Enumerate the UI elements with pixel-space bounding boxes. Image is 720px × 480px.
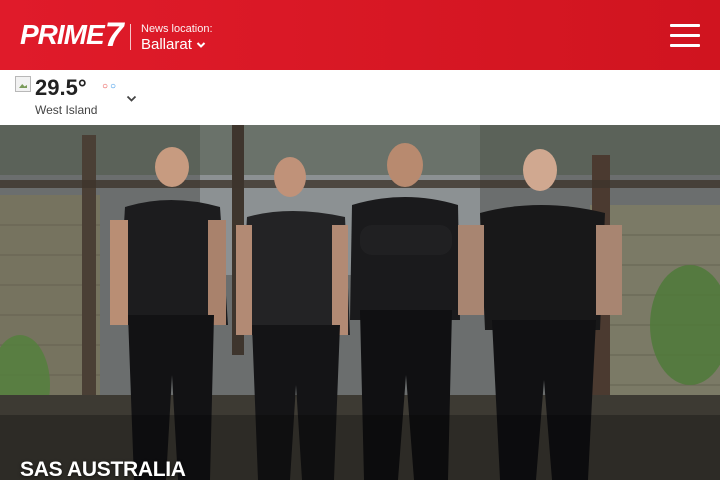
menu-bar [670,44,700,47]
menu-bar [670,34,700,37]
weather-temperature: 29.5° [35,75,87,100]
logo-number: 7 [104,16,124,54]
prime7-logo[interactable]: PRIME 7 [20,16,124,54]
min-temp-dot-icon: ○ [110,81,117,92]
logo-word: PRIME [20,19,105,50]
hero-caption[interactable]: SAS AUSTRALIA [20,458,186,480]
max-temp-dot-icon: ○ [102,81,109,92]
hamburger-menu-icon[interactable] [668,22,702,50]
header-divider [130,24,131,50]
news-location-label: News location: [141,23,213,35]
chevron-down-icon[interactable] [126,93,137,104]
weather-location: West Island [35,103,98,117]
hero-image[interactable] [0,125,720,480]
menu-bar [670,24,700,27]
weather-widget: 29.5° ○ ○ West Island [0,70,720,125]
site-header: PRIME 7 News location: Ballarat [0,0,720,70]
hero-photo-illustration [0,125,720,480]
news-location-value: Ballarat [141,36,192,53]
news-location-dropdown[interactable]: Ballarat [141,36,213,54]
weather-minmax-indicator: ○ ○ [102,82,116,92]
chevron-down-icon [196,42,206,48]
weather-condition-icon [15,76,31,92]
news-location-selector[interactable]: News location: Ballarat [141,23,213,54]
